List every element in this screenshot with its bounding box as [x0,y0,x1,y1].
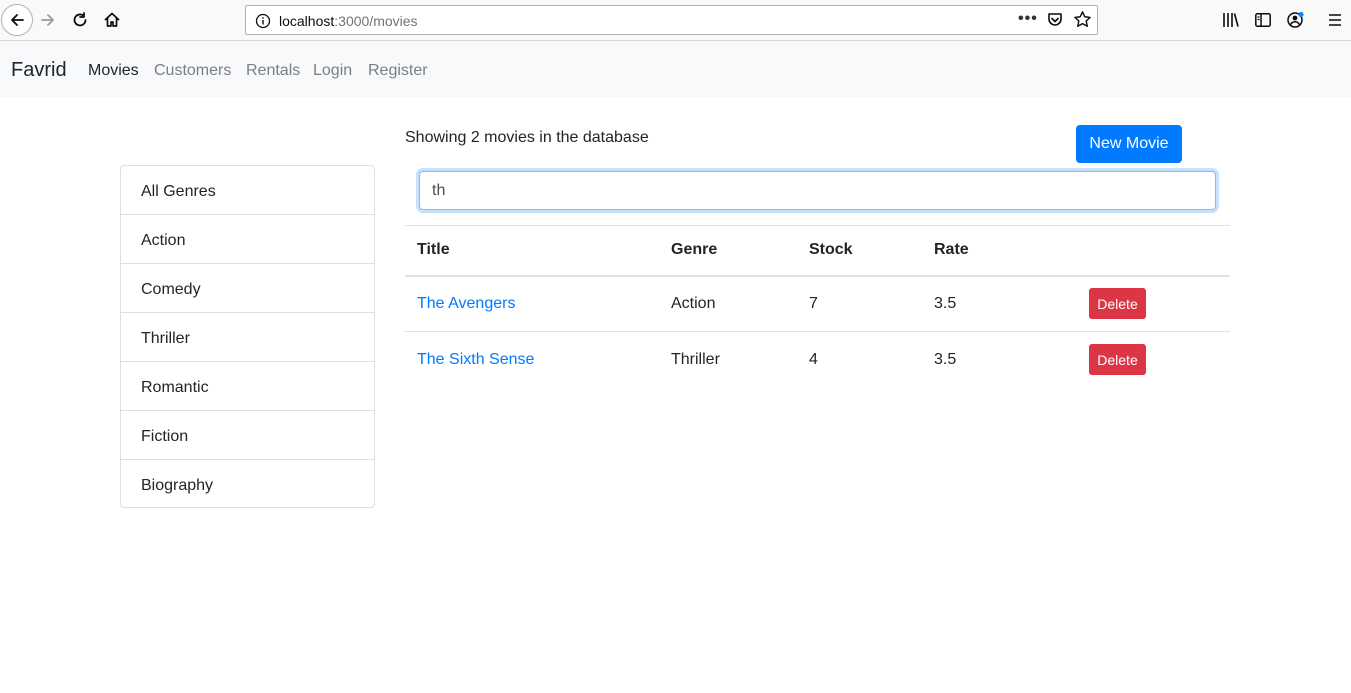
page-actions-icon[interactable]: ••• [1018,11,1038,27]
cell-actions: Delete [1077,332,1230,388]
column-header-stock[interactable]: Stock [797,225,922,277]
search-input[interactable] [419,171,1216,210]
home-icon [104,12,120,27]
url-path: :3000/movies [334,13,418,29]
menu-icon[interactable] [1327,11,1343,29]
table-header-row: Title Genre Stock Rate [405,225,1230,277]
browser-toolbar: localhost:3000/movies ••• [0,0,1351,41]
reload-button[interactable] [65,5,95,35]
nav-link-register[interactable]: Register [368,62,428,80]
genre-item-all[interactable]: All Genres [121,166,374,215]
library-icon[interactable] [1222,11,1240,29]
delete-button[interactable]: Delete [1089,288,1146,320]
cell-genre: Thriller [671,350,720,368]
cell-stock: 4 [809,350,818,368]
back-button[interactable] [1,4,33,36]
column-header-actions [1077,225,1230,277]
back-arrow-icon [11,14,24,26]
sidebar-icon[interactable] [1254,11,1272,29]
home-button[interactable] [97,5,127,35]
movie-count-text: Showing 2 movies in the database [405,129,649,146]
nav-link-movies[interactable]: Movies [88,62,139,80]
cell-title: The Avengers [405,275,659,332]
app-navbar: Favrid Movies Customers Rentals Login Re… [0,41,1351,97]
genre-item-comedy[interactable]: Comedy [121,264,374,313]
cell-title: The Sixth Sense [405,332,659,388]
forward-arrow-icon [41,14,54,26]
reload-icon [73,12,87,27]
nav-link-customers[interactable]: Customers [154,62,231,80]
nav-link-login[interactable]: Login [313,62,352,80]
nav-link-rentals[interactable]: Rentals [246,62,300,80]
cell-stock: 7 [797,275,922,332]
column-header-rate[interactable]: Rate [922,225,1077,277]
table-row: The Avengers Action 7 3.5 Delete [405,275,1230,332]
genre-list: All Genres Action Comedy Thriller Romant… [120,165,375,508]
genre-item-action[interactable]: Action [121,215,374,264]
new-movie-button[interactable]: New Movie [1076,125,1182,163]
cell-genre: Action [659,275,797,332]
info-icon[interactable] [255,13,271,29]
column-header-genre[interactable]: Genre [659,225,797,277]
delete-button[interactable]: Delete [1089,344,1146,376]
url-host: localhost [279,13,335,29]
genre-item-romantic[interactable]: Romantic [121,362,374,411]
table-row: The Sixth Sense Thriller 4 3.5 Delete [405,332,1230,388]
genre-item-biography[interactable]: Biography [121,460,374,507]
url-bar[interactable]: localhost:3000/movies ••• [245,5,1098,35]
movie-title-link[interactable]: The Avengers [417,295,515,312]
url-text[interactable]: localhost:3000/movies [279,13,418,29]
movies-table: Title Genre Stock Rate The Avengers Acti… [405,225,1230,388]
cell-actions: Delete [1077,275,1230,332]
movie-title-link[interactable]: The Sixth Sense [417,351,534,368]
pocket-icon[interactable] [1046,11,1064,29]
cell-rate: 3.5 [934,350,957,368]
column-header-title[interactable]: Title [405,225,659,277]
genre-item-thriller[interactable]: Thriller [121,313,374,362]
genre-item-fiction[interactable]: Fiction [121,411,374,460]
brand-logo[interactable]: Favrid [11,59,67,82]
star-icon[interactable] [1073,10,1092,29]
cell-rate: 3.5 [922,275,1077,332]
forward-button[interactable] [33,5,63,35]
account-icon[interactable] [1286,11,1306,29]
